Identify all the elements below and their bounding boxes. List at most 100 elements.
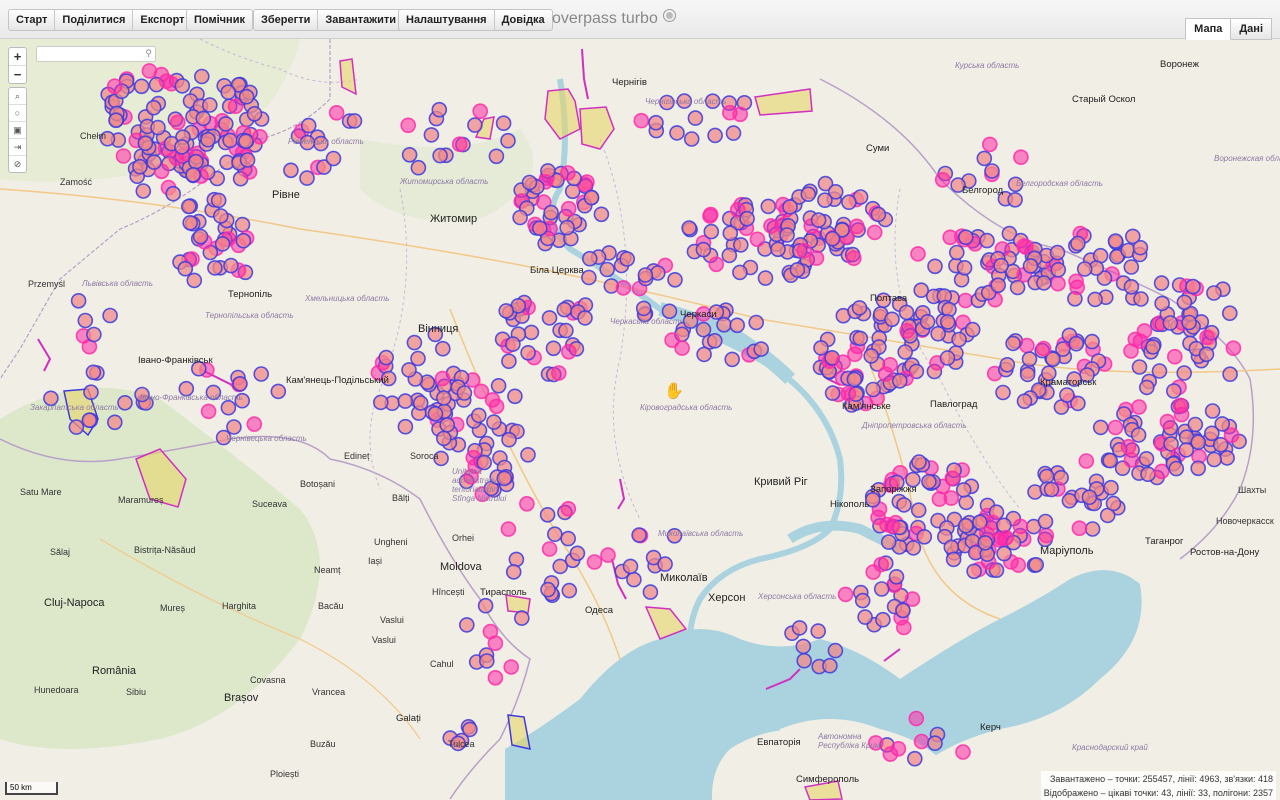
map-marker[interactable] [880, 534, 897, 550]
map-marker[interactable] [919, 313, 936, 330]
map-marker[interactable] [1107, 419, 1124, 436]
map-marker[interactable] [753, 341, 770, 357]
map-marker[interactable] [115, 148, 132, 164]
map-marker[interactable] [556, 301, 573, 318]
map-marker[interactable] [253, 366, 270, 382]
map-marker[interactable] [1133, 291, 1149, 307]
map-marker[interactable] [222, 132, 238, 149]
map-marker[interactable] [789, 262, 806, 278]
map-marker[interactable] [1153, 275, 1170, 291]
map-marker[interactable] [1181, 314, 1197, 331]
map-marker[interactable] [500, 132, 516, 149]
map-marker[interactable] [857, 609, 873, 625]
map-marker[interactable] [300, 117, 317, 134]
map-marker[interactable] [683, 131, 700, 147]
map-marker[interactable] [939, 314, 956, 330]
map-marker[interactable] [990, 277, 1007, 293]
map-marker[interactable] [1019, 366, 1036, 383]
map-marker[interactable] [246, 106, 263, 122]
map-marker[interactable] [174, 139, 190, 155]
map-marker[interactable] [911, 454, 927, 470]
map-marker[interactable] [239, 152, 256, 168]
map-marker[interactable] [214, 236, 231, 252]
map-marker[interactable] [546, 526, 563, 543]
map-marker[interactable] [488, 148, 505, 165]
map-marker[interactable] [669, 125, 685, 141]
map-marker[interactable] [220, 84, 236, 101]
map-marker[interactable] [435, 390, 452, 406]
map-marker[interactable] [503, 659, 520, 675]
map-marker[interactable] [760, 198, 777, 215]
map-marker[interactable] [706, 332, 723, 349]
map-marker[interactable] [458, 617, 475, 633]
map-marker[interactable] [560, 165, 576, 181]
map-marker[interactable] [888, 568, 905, 585]
tab-data[interactable]: Дані [1231, 18, 1272, 40]
map-marker[interactable] [939, 350, 956, 366]
map-marker[interactable] [846, 371, 863, 388]
map-marker[interactable] [1140, 466, 1156, 483]
map-marker[interactable] [648, 114, 664, 131]
map-marker[interactable] [513, 610, 530, 626]
map-marker[interactable] [397, 418, 414, 435]
map-marker[interactable] [1028, 556, 1044, 573]
map-marker[interactable] [108, 112, 124, 129]
map-marker[interactable] [1199, 329, 1215, 346]
map-marker[interactable] [520, 446, 536, 463]
map-marker[interactable] [891, 373, 908, 389]
map-marker[interactable] [478, 653, 495, 669]
map-marker[interactable] [852, 330, 869, 347]
map-marker[interactable] [213, 208, 229, 224]
start-button[interactable]: Старт [9, 10, 56, 30]
map-marker[interactable] [1172, 397, 1189, 414]
map-marker[interactable] [1167, 348, 1183, 365]
map-marker[interactable] [810, 623, 827, 639]
map-marker[interactable] [132, 158, 148, 175]
map-marker[interactable] [1185, 278, 1201, 295]
map-marker[interactable] [560, 200, 577, 217]
map-marker[interactable] [1151, 363, 1168, 379]
map-marker[interactable] [507, 388, 523, 405]
map-marker[interactable] [218, 116, 234, 132]
map-marker[interactable] [845, 250, 862, 266]
map-marker[interactable] [560, 530, 577, 547]
map-marker[interactable] [1070, 235, 1086, 252]
map-marker[interactable] [1016, 393, 1033, 410]
map-marker[interactable] [540, 581, 556, 598]
map-marker[interactable] [1078, 453, 1095, 469]
map-marker[interactable] [495, 115, 512, 131]
map-marker[interactable] [854, 592, 871, 609]
map-marker[interactable] [325, 150, 342, 167]
map-marker[interactable] [412, 395, 429, 411]
map-marker[interactable] [721, 247, 738, 264]
map-marker[interactable] [979, 232, 995, 249]
map-marker[interactable] [779, 227, 795, 243]
map-marker[interactable] [770, 241, 786, 258]
map-marker[interactable] [70, 292, 87, 309]
map-marker[interactable] [1123, 343, 1139, 359]
map-marker[interactable] [642, 584, 659, 600]
map-marker[interactable] [85, 364, 102, 381]
map-marker[interactable] [234, 216, 251, 233]
map-marker[interactable] [487, 635, 504, 652]
map-marker[interactable] [942, 229, 959, 246]
map-marker[interactable] [1123, 452, 1140, 468]
map-marker[interactable] [519, 495, 535, 512]
map-marker[interactable] [1059, 387, 1075, 403]
map-marker[interactable] [107, 414, 123, 431]
hide-data-icon[interactable]: ⊘ [9, 156, 26, 172]
map-marker[interactable] [1139, 379, 1155, 396]
map-marker[interactable] [795, 638, 812, 655]
map-marker[interactable] [927, 735, 943, 752]
map-marker[interactable] [724, 351, 741, 368]
map-marker[interactable] [955, 482, 972, 498]
map-marker[interactable] [898, 304, 915, 321]
map-marker[interactable] [586, 554, 603, 570]
map-marker[interactable] [434, 370, 451, 387]
map-marker[interactable] [188, 153, 204, 170]
map-marker[interactable] [200, 403, 217, 420]
map-marker[interactable] [501, 353, 517, 370]
map-marker[interactable] [841, 194, 857, 210]
map-marker[interactable] [870, 206, 887, 223]
map-marker[interactable] [238, 88, 255, 105]
